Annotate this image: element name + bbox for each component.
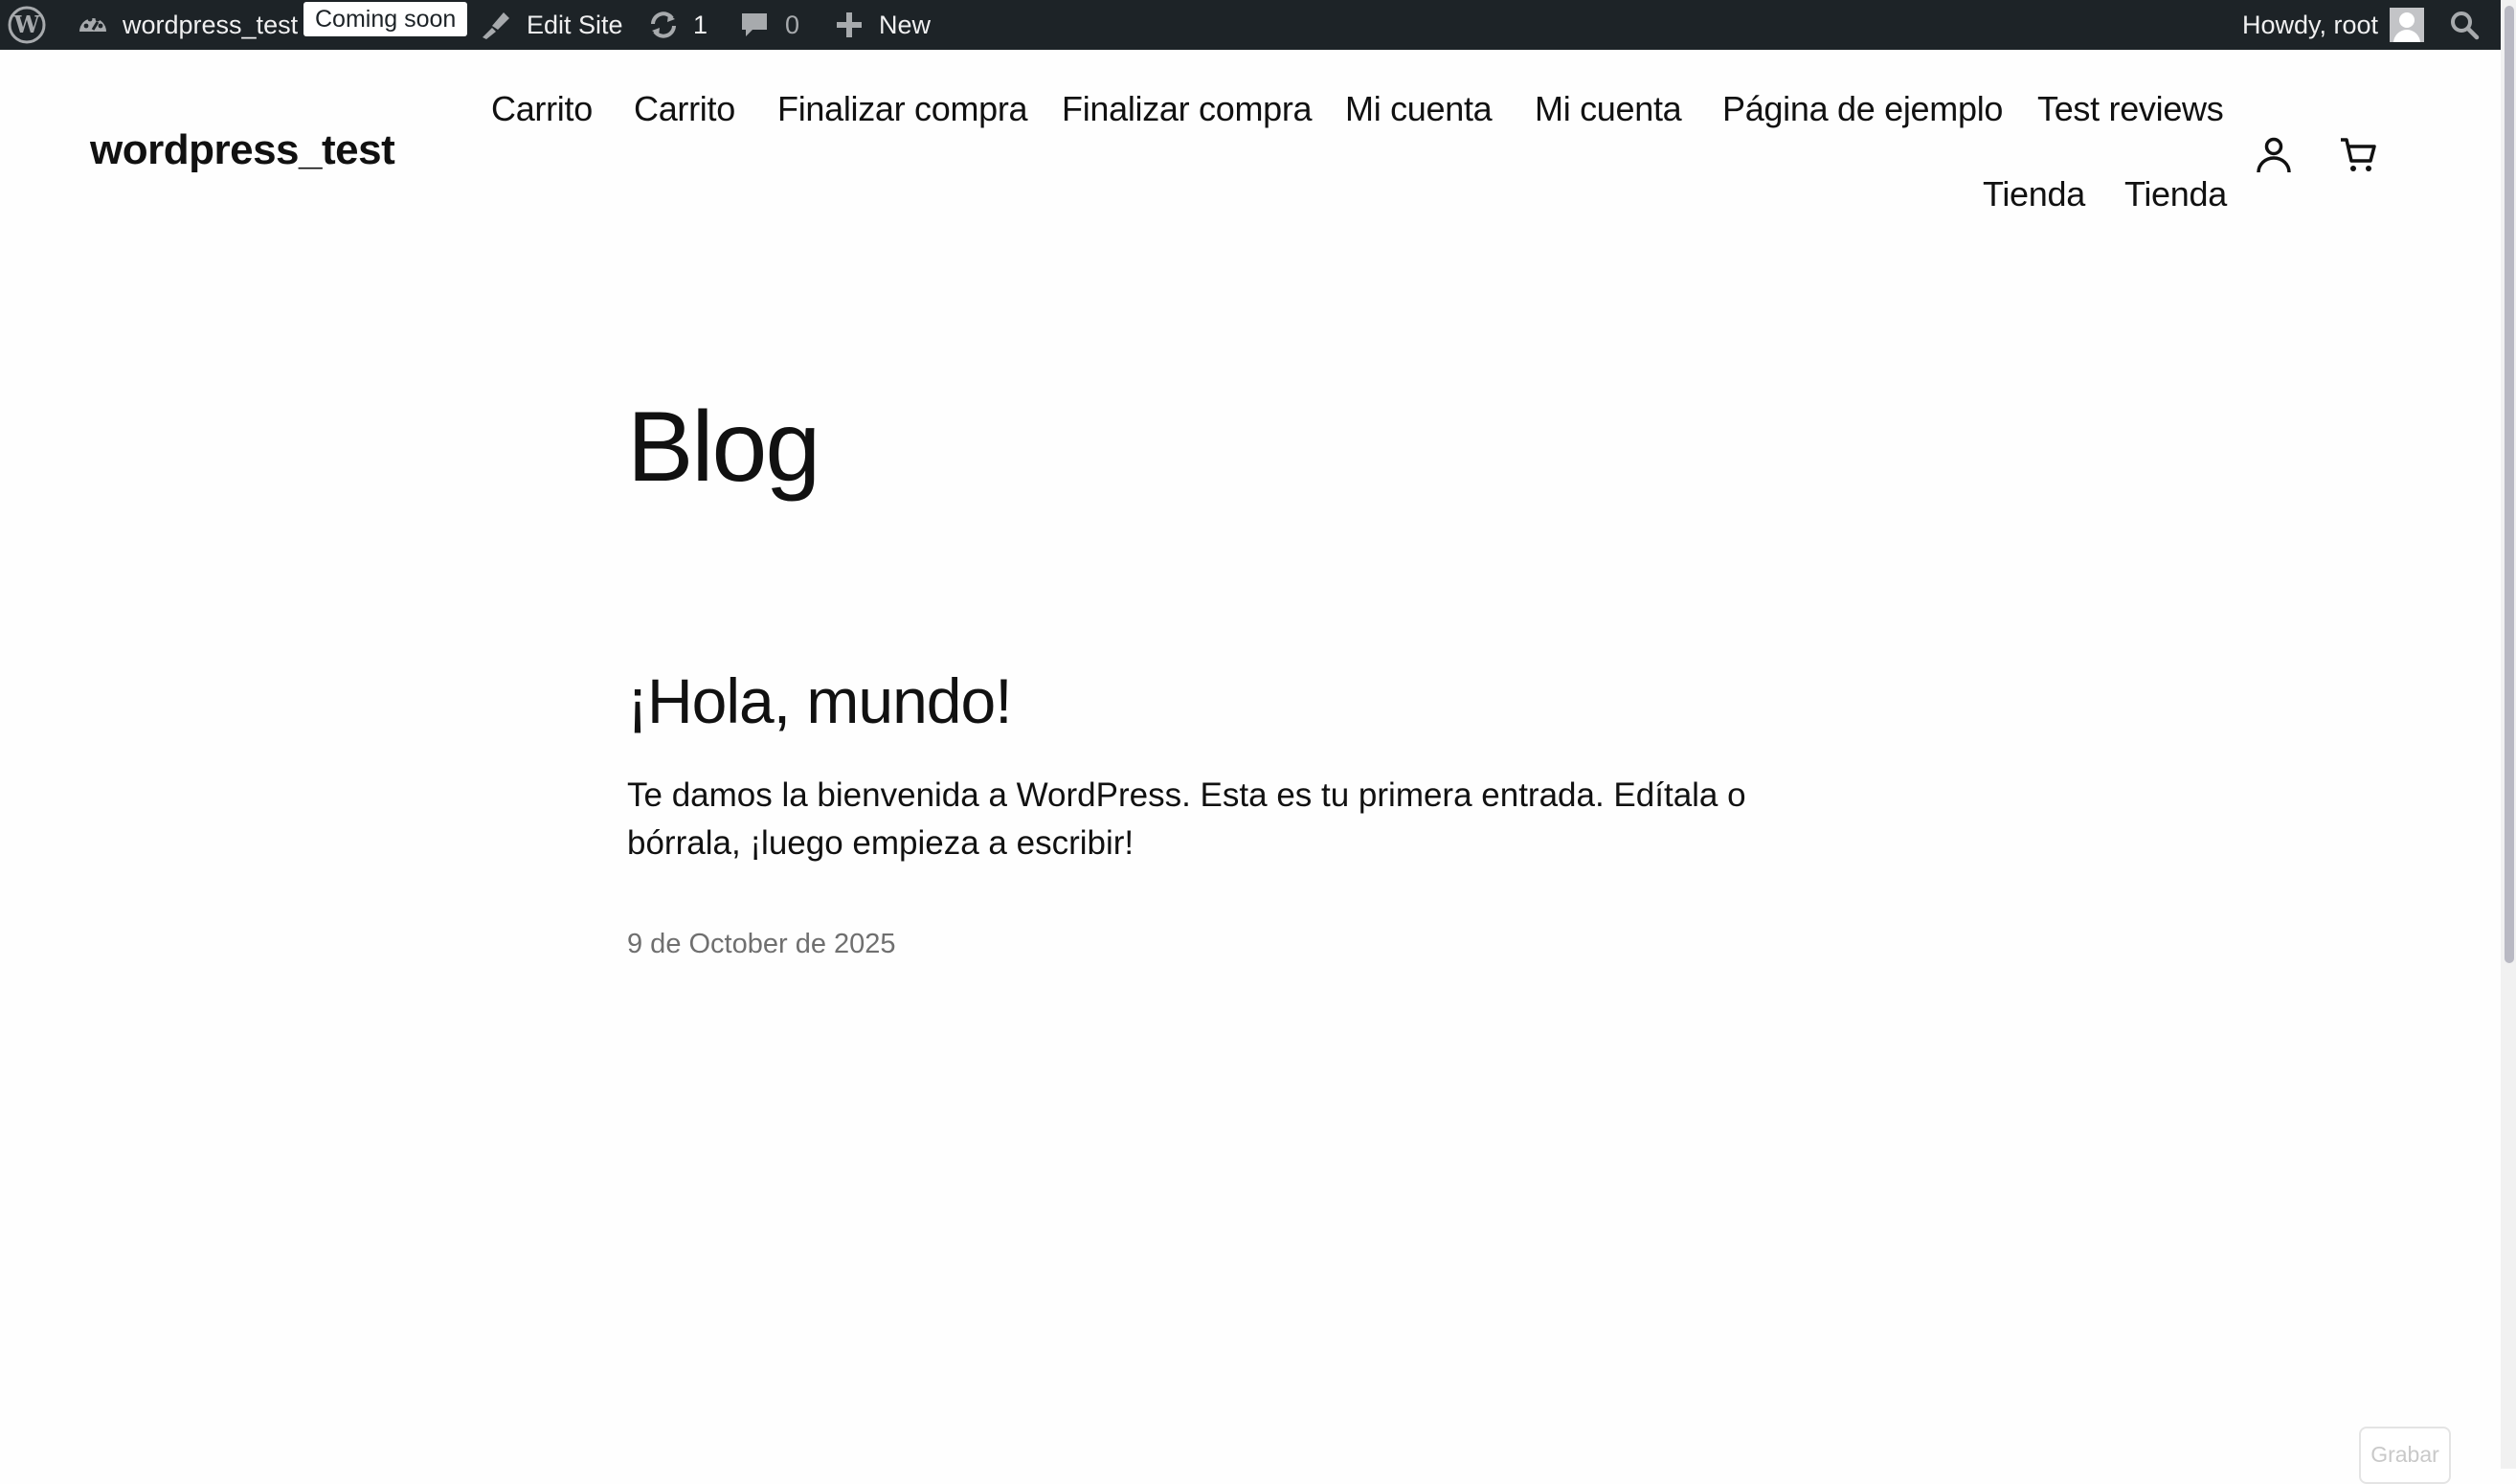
account-icon[interactable] bbox=[2253, 134, 2295, 176]
edit-site-label: Edit Site bbox=[527, 10, 623, 39]
updates-icon bbox=[647, 9, 680, 41]
post-date[interactable]: 9 de October de 2025 bbox=[627, 929, 896, 960]
nav-item-mi-cuenta[interactable]: Mi cuenta bbox=[1535, 89, 1682, 129]
dashboard-icon bbox=[77, 9, 109, 41]
plus-icon bbox=[835, 11, 864, 39]
record-button[interactable]: Grabar bbox=[2359, 1427, 2451, 1484]
new-label: New bbox=[879, 10, 932, 39]
updates-count: 1 bbox=[693, 10, 708, 39]
nav-item-pagina-de-ejemplo[interactable]: Página de ejemplo bbox=[1722, 89, 2003, 129]
nav-item-carrito[interactable]: Carrito bbox=[634, 89, 735, 129]
comments-link[interactable]: 0 bbox=[739, 0, 799, 50]
admin-bar: W wordpress_test Coming soon Edit Site 1… bbox=[0, 0, 2501, 50]
nav-item-tienda[interactable]: Tienda bbox=[2124, 174, 2227, 214]
nav-item-finalizar-compra[interactable]: Finalizar compra bbox=[1062, 89, 1313, 129]
nav-item-test-reviews[interactable]: Test reviews bbox=[2037, 89, 2224, 129]
nav-item-finalizar-compra[interactable]: Finalizar compra bbox=[777, 89, 1028, 129]
wordpress-logo-icon[interactable]: W bbox=[8, 0, 46, 50]
site-menu[interactable]: wordpress_test bbox=[77, 0, 298, 50]
cart-icon[interactable] bbox=[2338, 134, 2380, 176]
nav-item-carrito[interactable]: Carrito bbox=[491, 89, 593, 129]
comments-count: 0 bbox=[785, 10, 800, 39]
brush-icon bbox=[479, 9, 513, 41]
svg-text:W: W bbox=[13, 11, 41, 38]
page-title: Blog bbox=[627, 392, 820, 503]
post-excerpt: Te damos la bienvenida a WordPress. Esta… bbox=[627, 776, 1746, 862]
avatar bbox=[2390, 8, 2425, 42]
new-content-link[interactable]: New bbox=[835, 0, 931, 50]
nav-item-mi-cuenta[interactable]: Mi cuenta bbox=[1345, 89, 1493, 129]
scrollbar-thumb[interactable] bbox=[2505, 6, 2514, 963]
post-title-link[interactable]: ¡Hola, mundo! bbox=[627, 664, 1013, 737]
edit-site-link[interactable]: Edit Site bbox=[479, 0, 623, 50]
coming-soon-badge[interactable]: Coming soon bbox=[303, 2, 468, 36]
howdy-label: Howdy, root bbox=[2242, 10, 2379, 39]
nav-item-tienda[interactable]: Tienda bbox=[1983, 174, 2085, 214]
admin-search-icon[interactable] bbox=[2449, 0, 2480, 50]
page-scrollbar[interactable] bbox=[2501, 0, 2516, 1469]
my-account-menu[interactable]: Howdy, root bbox=[2242, 0, 2425, 50]
site-name: wordpress_test bbox=[123, 10, 299, 39]
updates-link[interactable]: 1 bbox=[647, 0, 708, 50]
comment-icon bbox=[739, 10, 770, 40]
site-title[interactable]: wordpress_test bbox=[90, 126, 395, 174]
